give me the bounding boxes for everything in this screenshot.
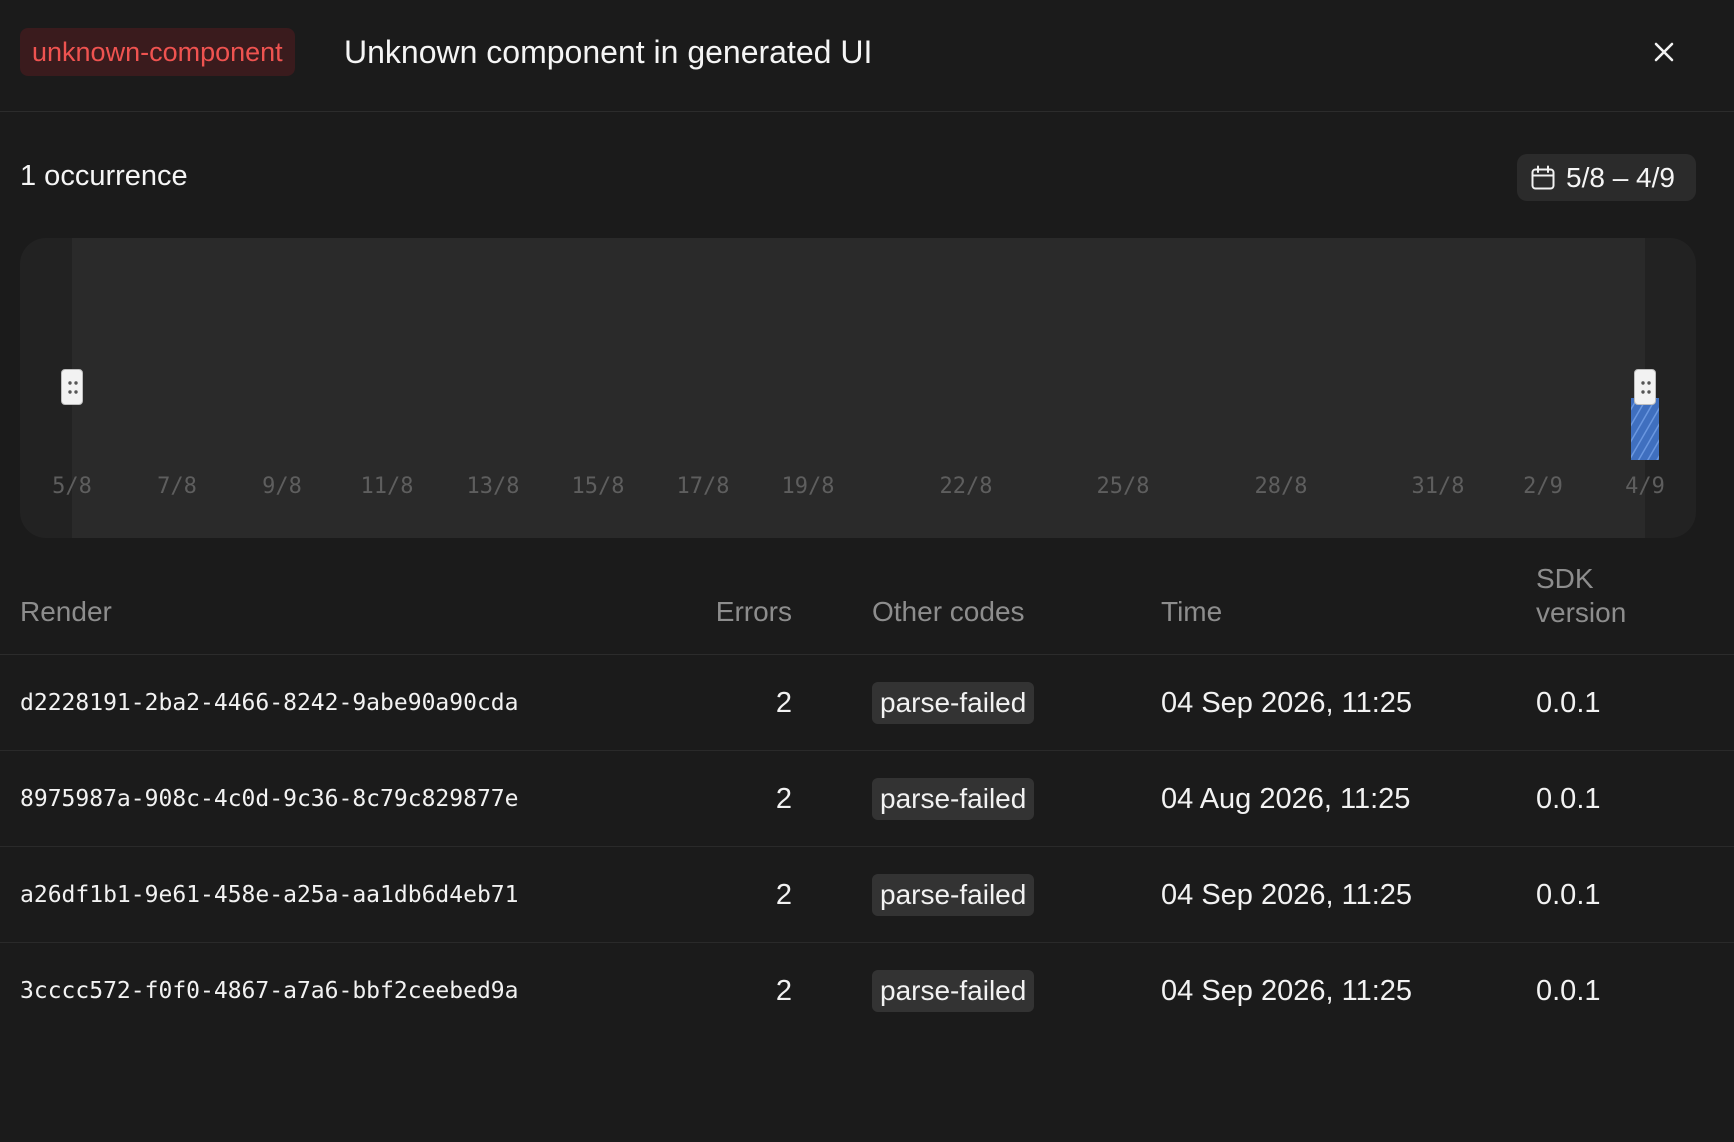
range-end-handle[interactable]	[1634, 369, 1656, 405]
render-time: 04 Aug 2026, 11:25	[1161, 783, 1411, 815]
render-id: 3cccc572-f0f0-4867-a7a6-bbf2ceebed9a	[20, 978, 519, 1004]
calendar-icon	[1531, 165, 1555, 189]
dialog-title: Unknown component in generated UI	[344, 34, 873, 70]
error-count: 2	[775, 879, 792, 911]
render-time: 04 Sep 2026, 11:25	[1161, 879, 1413, 911]
sdk-version: 0.0.1	[1536, 975, 1601, 1007]
timeline-tick-label: 28/8	[1255, 474, 1308, 499]
occurrence-timeline[interactable]: 5/8 7/8 9/8 11/8 13/8 15/8 17/8 19/8 22/8 25/8 28/…	[20, 238, 1696, 538]
table-row[interactable]: 3cccc572-f0f0-4867-a7a6-bbf2ceebed9a 2 p…	[0, 943, 1734, 1039]
error-count: 2	[775, 783, 792, 815]
column-header-sdk-version[interactable]: SDK version	[1536, 562, 1626, 630]
date-range-label: 5/8 – 4/9	[1566, 161, 1675, 193]
timeline-chart: 5/8 7/8 9/8 11/8 13/8 15/8 17/8 19/8 22/8 25/8 28/…	[52, 398, 1665, 499]
range-start-handle[interactable]	[61, 369, 83, 405]
render-id: a26df1b1-9e61-458e-a25a-aa1db6d4eb71	[20, 882, 519, 908]
other-code-chip: parse-failed	[872, 874, 1035, 916]
sdk-version: 0.0.1	[1536, 783, 1601, 815]
timeline-tick-label: 11/8	[361, 474, 414, 499]
dialog-header: unknown-component Unknown component in g…	[0, 0, 1734, 112]
timeline-tick-label: 2/9	[1523, 474, 1563, 499]
column-header-sdk-line1: SDK	[1536, 563, 1594, 594]
sdk-version: 0.0.1	[1536, 687, 1601, 719]
error-count: 2	[775, 975, 792, 1007]
timeline-tick-label: 25/8	[1097, 474, 1150, 499]
other-code-chip: parse-failed	[872, 682, 1035, 724]
table-row[interactable]: a26df1b1-9e61-458e-a25a-aa1db6d4eb71 2 p…	[0, 847, 1734, 943]
render-time: 04 Sep 2026, 11:25	[1161, 975, 1413, 1007]
drag-handle-icon	[1641, 381, 1651, 394]
sdk-version: 0.0.1	[1536, 879, 1601, 911]
table-row[interactable]: d2228191-2ba2-4466-8242-9abe90a90cda 2 p…	[0, 655, 1734, 751]
other-code-chip: parse-failed	[872, 778, 1035, 820]
table-header: Render Errors Other codes Time SDK versi…	[0, 563, 1734, 655]
timeline-tick-label: 19/8	[782, 474, 835, 499]
column-header-other-codes[interactable]: Other codes	[872, 595, 1025, 629]
error-count: 2	[775, 687, 792, 719]
close-icon	[1654, 42, 1674, 62]
column-header-time[interactable]: Time	[1161, 595, 1222, 629]
timeline-tick-label: 31/8	[1412, 474, 1465, 499]
timeline-tick-label: 17/8	[677, 474, 730, 499]
error-code-badge: unknown-component	[20, 28, 295, 76]
other-code-chip: parse-failed	[872, 970, 1035, 1012]
timeline-tick-label: 9/8	[262, 474, 302, 499]
timeline-bar[interactable]	[1631, 398, 1659, 460]
render-id: 8975987a-908c-4c0d-9c36-8c79c829877e	[20, 786, 519, 812]
timeline-tick-label: 5/8	[52, 474, 92, 499]
column-header-render[interactable]: Render	[20, 595, 112, 629]
table-row[interactable]: 8975987a-908c-4c0d-9c36-8c79c829877e 2 p…	[0, 751, 1734, 847]
renders-table: Render Errors Other codes Time SDK versi…	[0, 563, 1734, 1039]
timeline-tick-label: 7/8	[157, 474, 197, 499]
render-time: 04 Sep 2026, 11:25	[1161, 687, 1413, 719]
render-id: d2228191-2ba2-4466-8242-9abe90a90cda	[20, 690, 519, 716]
timeline-tick-label: 4/9	[1625, 474, 1665, 499]
drag-handle-icon	[68, 381, 78, 394]
timeline-tick-label: 13/8	[467, 474, 520, 499]
column-header-errors[interactable]: Errors	[700, 595, 792, 629]
close-button[interactable]	[1648, 36, 1680, 68]
date-range-button[interactable]: 5/8 – 4/9	[1517, 154, 1696, 201]
occurrence-count: 1 occurrence	[20, 160, 188, 192]
column-header-sdk-line2: version	[1536, 597, 1627, 628]
timeline-tick-label: 15/8	[572, 474, 625, 499]
timeline-tick-label: 22/8	[940, 474, 993, 499]
